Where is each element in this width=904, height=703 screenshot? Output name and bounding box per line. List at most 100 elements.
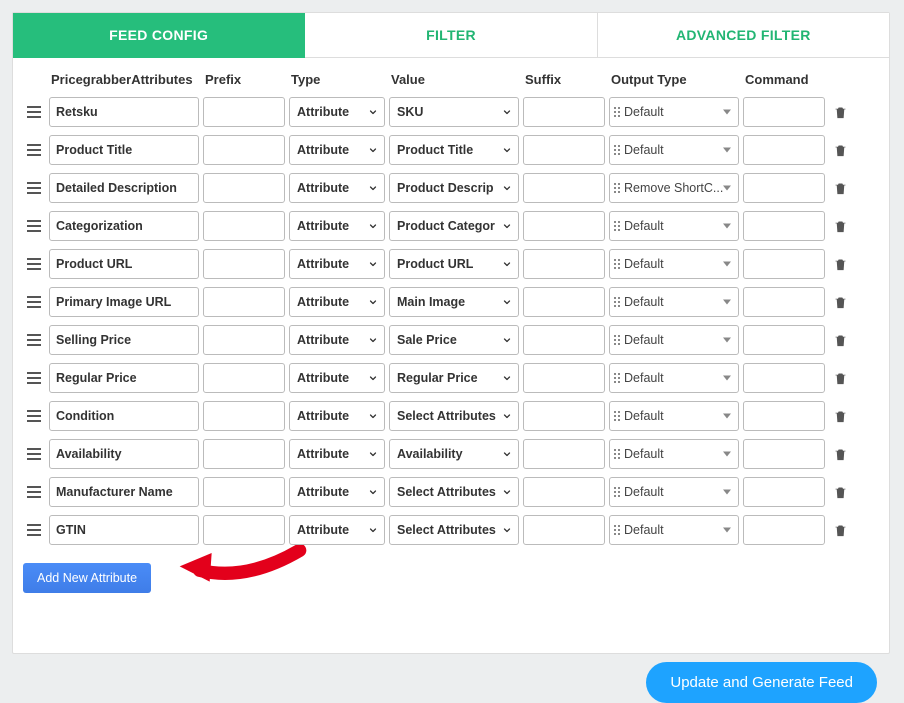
suffix-input[interactable] [523,477,605,507]
type-select[interactable]: Attribute [289,325,385,355]
tab-advanced-filter[interactable]: ADVANCED FILTER [598,13,889,58]
prefix-input[interactable] [203,135,285,165]
suffix-input[interactable] [523,97,605,127]
output-type-select[interactable]: Default [609,287,739,317]
output-type-select[interactable]: Default [609,515,739,545]
prefix-input[interactable] [203,173,285,203]
drag-handle-icon[interactable] [23,253,45,275]
attribute-name-input[interactable] [49,211,199,241]
drag-handle-icon[interactable] [23,291,45,313]
add-new-attribute-button[interactable]: Add New Attribute [23,563,151,593]
type-select[interactable]: Attribute [289,401,385,431]
type-select[interactable]: Attribute [289,249,385,279]
delete-row-button[interactable] [829,253,851,275]
value-select[interactable]: Product Categor [389,211,519,241]
type-select[interactable]: Attribute [289,97,385,127]
attribute-name-input[interactable] [49,401,199,431]
command-input[interactable] [743,477,825,507]
value-select[interactable]: Availability [389,439,519,469]
value-select[interactable]: Select Attributes [389,515,519,545]
value-select[interactable]: Select Attributes [389,477,519,507]
command-input[interactable] [743,173,825,203]
drag-handle-icon[interactable] [23,481,45,503]
command-input[interactable] [743,363,825,393]
suffix-input[interactable] [523,173,605,203]
value-select[interactable]: Product Descrip [389,173,519,203]
attribute-name-input[interactable] [49,325,199,355]
command-input[interactable] [743,325,825,355]
command-input[interactable] [743,135,825,165]
type-select[interactable]: Attribute [289,287,385,317]
value-select[interactable]: Product Title [389,135,519,165]
drag-handle-icon[interactable] [23,405,45,427]
drag-handle-icon[interactable] [23,443,45,465]
value-select[interactable]: SKU [389,97,519,127]
command-input[interactable] [743,97,825,127]
attribute-name-input[interactable] [49,249,199,279]
output-type-select[interactable]: Default [609,211,739,241]
delete-row-button[interactable] [829,367,851,389]
output-type-select[interactable]: Default [609,325,739,355]
delete-row-button[interactable] [829,139,851,161]
prefix-input[interactable] [203,249,285,279]
type-select[interactable]: Attribute [289,439,385,469]
suffix-input[interactable] [523,135,605,165]
value-select[interactable]: Select Attributes [389,401,519,431]
suffix-input[interactable] [523,249,605,279]
value-select[interactable]: Product URL [389,249,519,279]
tab-feed-config[interactable]: FEED CONFIG [13,13,305,58]
delete-row-button[interactable] [829,329,851,351]
drag-handle-icon[interactable] [23,177,45,199]
drag-handle-icon[interactable] [23,519,45,541]
delete-row-button[interactable] [829,481,851,503]
command-input[interactable] [743,515,825,545]
attribute-name-input[interactable] [49,439,199,469]
output-type-select[interactable]: Default [609,249,739,279]
value-select[interactable]: Main Image [389,287,519,317]
tab-filter[interactable]: FILTER [305,13,597,58]
command-input[interactable] [743,249,825,279]
type-select[interactable]: Attribute [289,363,385,393]
suffix-input[interactable] [523,401,605,431]
delete-row-button[interactable] [829,443,851,465]
type-select[interactable]: Attribute [289,477,385,507]
delete-row-button[interactable] [829,291,851,313]
prefix-input[interactable] [203,97,285,127]
prefix-input[interactable] [203,363,285,393]
prefix-input[interactable] [203,211,285,241]
prefix-input[interactable] [203,287,285,317]
delete-row-button[interactable] [829,215,851,237]
attribute-name-input[interactable] [49,135,199,165]
attribute-name-input[interactable] [49,173,199,203]
drag-handle-icon[interactable] [23,139,45,161]
output-type-select[interactable]: Default [609,97,739,127]
suffix-input[interactable] [523,439,605,469]
type-select[interactable]: Attribute [289,211,385,241]
delete-row-button[interactable] [829,519,851,541]
output-type-select[interactable]: Default [609,135,739,165]
prefix-input[interactable] [203,401,285,431]
command-input[interactable] [743,401,825,431]
output-type-select[interactable]: Default [609,363,739,393]
suffix-input[interactable] [523,325,605,355]
suffix-input[interactable] [523,363,605,393]
suffix-input[interactable] [523,287,605,317]
drag-handle-icon[interactable] [23,215,45,237]
drag-handle-icon[interactable] [23,329,45,351]
type-select[interactable]: Attribute [289,173,385,203]
output-type-select[interactable]: Default [609,477,739,507]
delete-row-button[interactable] [829,405,851,427]
drag-handle-icon[interactable] [23,367,45,389]
type-select[interactable]: Attribute [289,515,385,545]
prefix-input[interactable] [203,477,285,507]
suffix-input[interactable] [523,211,605,241]
value-select[interactable]: Regular Price [389,363,519,393]
prefix-input[interactable] [203,515,285,545]
command-input[interactable] [743,211,825,241]
attribute-name-input[interactable] [49,477,199,507]
delete-row-button[interactable] [829,101,851,123]
delete-row-button[interactable] [829,177,851,199]
type-select[interactable]: Attribute [289,135,385,165]
command-input[interactable] [743,439,825,469]
suffix-input[interactable] [523,515,605,545]
